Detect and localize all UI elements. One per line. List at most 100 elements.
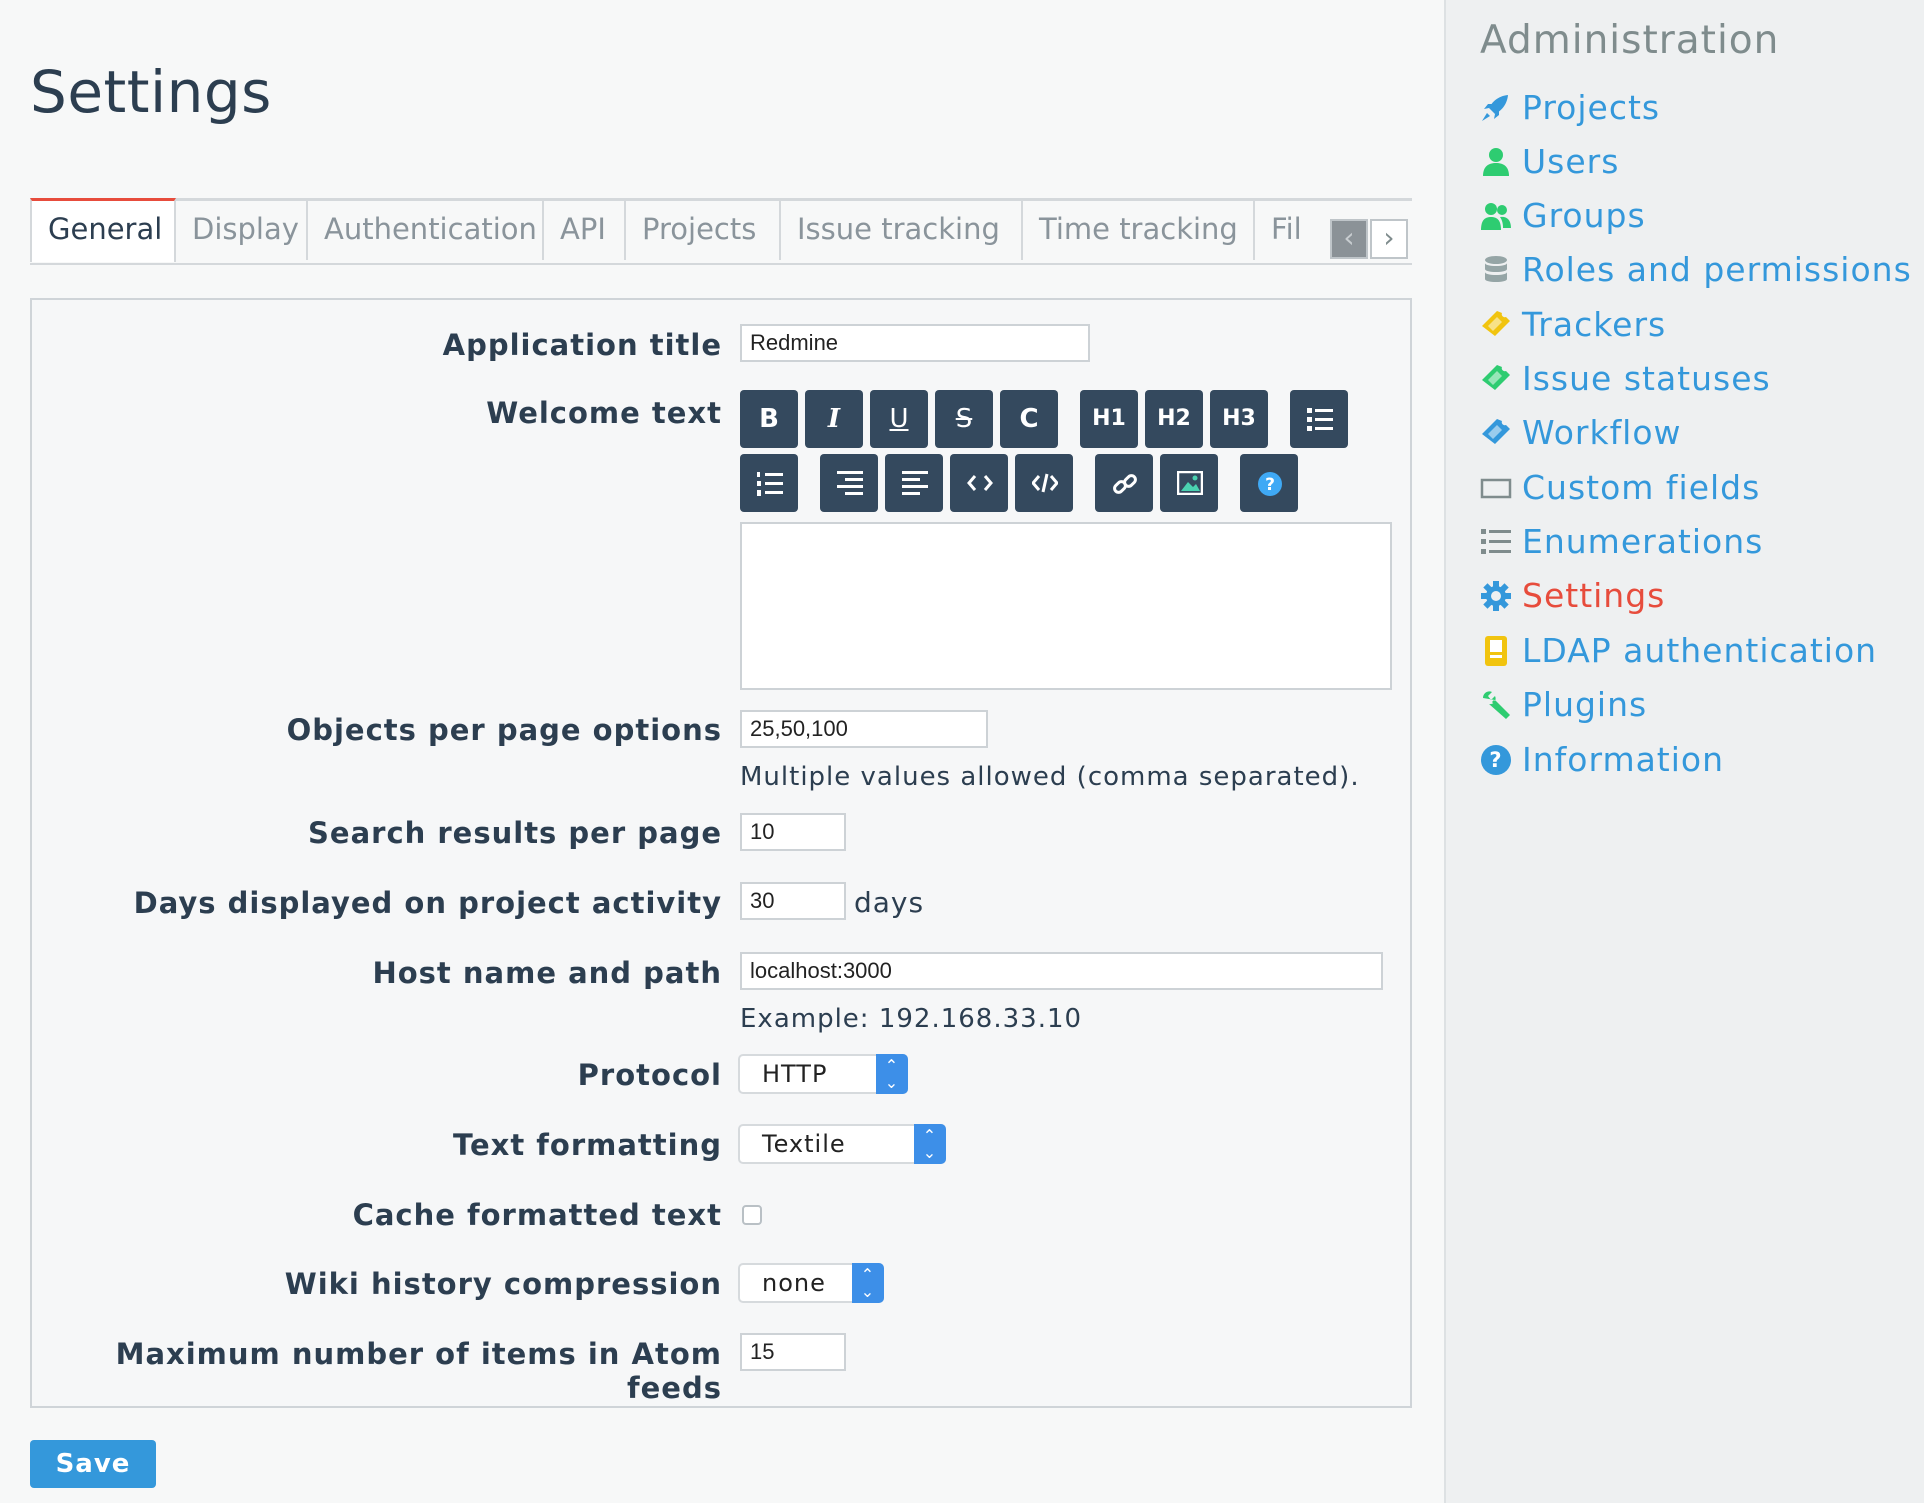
numbered-list-button[interactable] xyxy=(740,454,798,512)
settings-tabs: General Display Authentication API Proje… xyxy=(30,198,1412,265)
sidebar-item-label: Groups xyxy=(1522,196,1646,235)
code-c-icon: C xyxy=(1019,404,1039,434)
host-name-label: Host name and path xyxy=(372,956,722,990)
activity-days-input[interactable]: 30 xyxy=(740,882,846,920)
cache-formatted-label: Cache formatted text xyxy=(352,1198,722,1232)
wiki-compression-value: none xyxy=(762,1269,826,1297)
bold-icon: B xyxy=(759,404,779,434)
text-formatting-value: Textile xyxy=(762,1130,846,1158)
numbered-list-icon xyxy=(757,472,783,496)
welcome-text-textarea[interactable] xyxy=(740,522,1392,690)
image-button[interactable] xyxy=(1160,454,1218,512)
pre-code-button[interactable] xyxy=(1015,454,1073,512)
ticket-icon xyxy=(1482,365,1510,390)
tab-general[interactable]: General xyxy=(30,198,176,262)
bullet-list-button[interactable] xyxy=(1290,390,1348,448)
bold-button[interactable]: B xyxy=(740,390,798,448)
page-title: Settings xyxy=(30,58,272,126)
tab-issue-tracking[interactable]: Issue tracking xyxy=(781,201,1023,260)
sidebar-item-label: Enumerations xyxy=(1522,522,1764,561)
host-name-hint: Example: 192.168.33.10 xyxy=(740,1004,1083,1034)
bullet-list-icon xyxy=(1307,408,1333,431)
heading3-button[interactable]: H3 xyxy=(1210,390,1268,448)
underline-icon: U xyxy=(889,404,909,434)
code-button[interactable] xyxy=(950,454,1008,512)
ldap-icon xyxy=(1485,636,1507,666)
link-button[interactable] xyxy=(1095,454,1153,512)
strikethrough-icon: S xyxy=(955,404,973,434)
rocket-icon xyxy=(1482,95,1508,121)
sidebar-item-label: Plugins xyxy=(1522,685,1648,724)
link-icon xyxy=(1113,474,1137,494)
italic-icon: I xyxy=(827,404,841,434)
align-right-button[interactable] xyxy=(820,454,878,512)
italic-button[interactable]: I xyxy=(805,390,863,448)
search-results-input[interactable]: 10 xyxy=(740,813,846,851)
objects-per-page-input[interactable]: 25,50,100 xyxy=(740,710,988,748)
application-title-input[interactable]: Redmine xyxy=(740,324,1090,362)
sidebar-item-label: Settings xyxy=(1522,576,1666,615)
wiki-compression-select[interactable]: none ⌃ ⌄ xyxy=(738,1263,884,1303)
wiki-compression-label: Wiki history compression xyxy=(284,1267,722,1301)
ticket-icon xyxy=(1482,311,1510,336)
save-button[interactable]: Save xyxy=(30,1440,156,1488)
protocol-label: Protocol xyxy=(577,1058,722,1092)
atom-items-label: Maximum number of items in Atom feeds xyxy=(115,1337,722,1405)
strikethrough-button[interactable]: S xyxy=(935,390,993,448)
protocol-select[interactable]: HTTP ⌃ ⌄ xyxy=(738,1054,908,1094)
sidebar-item-label: LDAP authentication xyxy=(1522,631,1878,670)
select-arrows-icon: ⌃ ⌄ xyxy=(876,1054,908,1094)
tab-files[interactable]: Fil xyxy=(1255,201,1325,260)
text-formatting-label: Text formatting xyxy=(453,1128,722,1162)
wrench-icon xyxy=(1483,691,1510,719)
heading1-button[interactable]: H1 xyxy=(1080,390,1138,448)
sidebar-item-label: Trackers xyxy=(1522,305,1667,344)
atom-items-input[interactable]: 15 xyxy=(740,1333,846,1371)
select-arrows-icon: ⌃ ⌄ xyxy=(852,1263,884,1303)
sidebar-item-label: Custom fields xyxy=(1522,468,1761,507)
host-name-input[interactable]: localhost:3000 xyxy=(740,952,1383,990)
pre-code-icon xyxy=(1032,473,1058,493)
svg-text:?: ? xyxy=(1489,748,1502,772)
align-left-button[interactable] xyxy=(885,454,943,512)
sidebar-item-label: Issue statuses xyxy=(1522,359,1771,398)
help-icon: ? xyxy=(1258,472,1282,496)
align-left-icon xyxy=(902,471,928,495)
image-icon xyxy=(1177,471,1203,495)
tab-display[interactable]: Display xyxy=(176,201,308,260)
align-right-icon xyxy=(837,471,863,495)
tab-projects[interactable]: Projects xyxy=(626,201,781,260)
objects-per-page-hint: Multiple values allowed (comma separated… xyxy=(740,762,1360,792)
tab-authentication[interactable]: Authentication xyxy=(308,201,544,260)
tab-time-tracking[interactable]: Time tracking xyxy=(1023,201,1255,260)
underline-button[interactable]: U xyxy=(870,390,928,448)
application-title-label: Application title xyxy=(442,328,722,362)
sidebar-item-label: Roles and permissions xyxy=(1522,250,1912,289)
search-results-label: Search results per page xyxy=(308,816,722,850)
group-icon xyxy=(1481,203,1511,230)
sidebar-item-label: Information xyxy=(1522,740,1725,779)
sidebar-item-label: Workflow xyxy=(1522,413,1682,452)
select-arrows-icon: ⌃ ⌄ xyxy=(914,1124,946,1164)
text-formatting-select[interactable]: Textile ⌃ ⌄ xyxy=(738,1124,946,1164)
inline-code-button[interactable]: C xyxy=(1000,390,1058,448)
sidebar-title: Administration xyxy=(1480,18,1780,63)
heading2-button[interactable]: H2 xyxy=(1145,390,1203,448)
sidebar-item-label: Users xyxy=(1522,142,1620,181)
tab-scroll-right-button[interactable]: › xyxy=(1370,219,1408,259)
user-icon xyxy=(1483,148,1509,176)
help-button[interactable]: ? xyxy=(1240,454,1298,512)
ticket-icon xyxy=(1482,419,1510,444)
tab-api[interactable]: API xyxy=(544,201,626,260)
h1-icon: H1 xyxy=(1092,406,1126,431)
settings-form: Application title Redmine Welcome text B… xyxy=(30,298,1412,1408)
admin-sidebar: Administration Projects Users Groups Rol… xyxy=(1444,0,1924,1503)
cache-formatted-checkbox[interactable] xyxy=(742,1205,762,1225)
tab-scroll-left-button[interactable]: ‹ xyxy=(1330,219,1368,259)
protocol-value: HTTP xyxy=(762,1060,828,1088)
h2-icon: H2 xyxy=(1157,406,1191,431)
objects-per-page-label: Objects per page options xyxy=(286,713,722,747)
welcome-text-label: Welcome text xyxy=(486,396,722,430)
activity-days-label: Days displayed on project activity xyxy=(133,886,722,920)
box-icon xyxy=(1480,478,1512,499)
